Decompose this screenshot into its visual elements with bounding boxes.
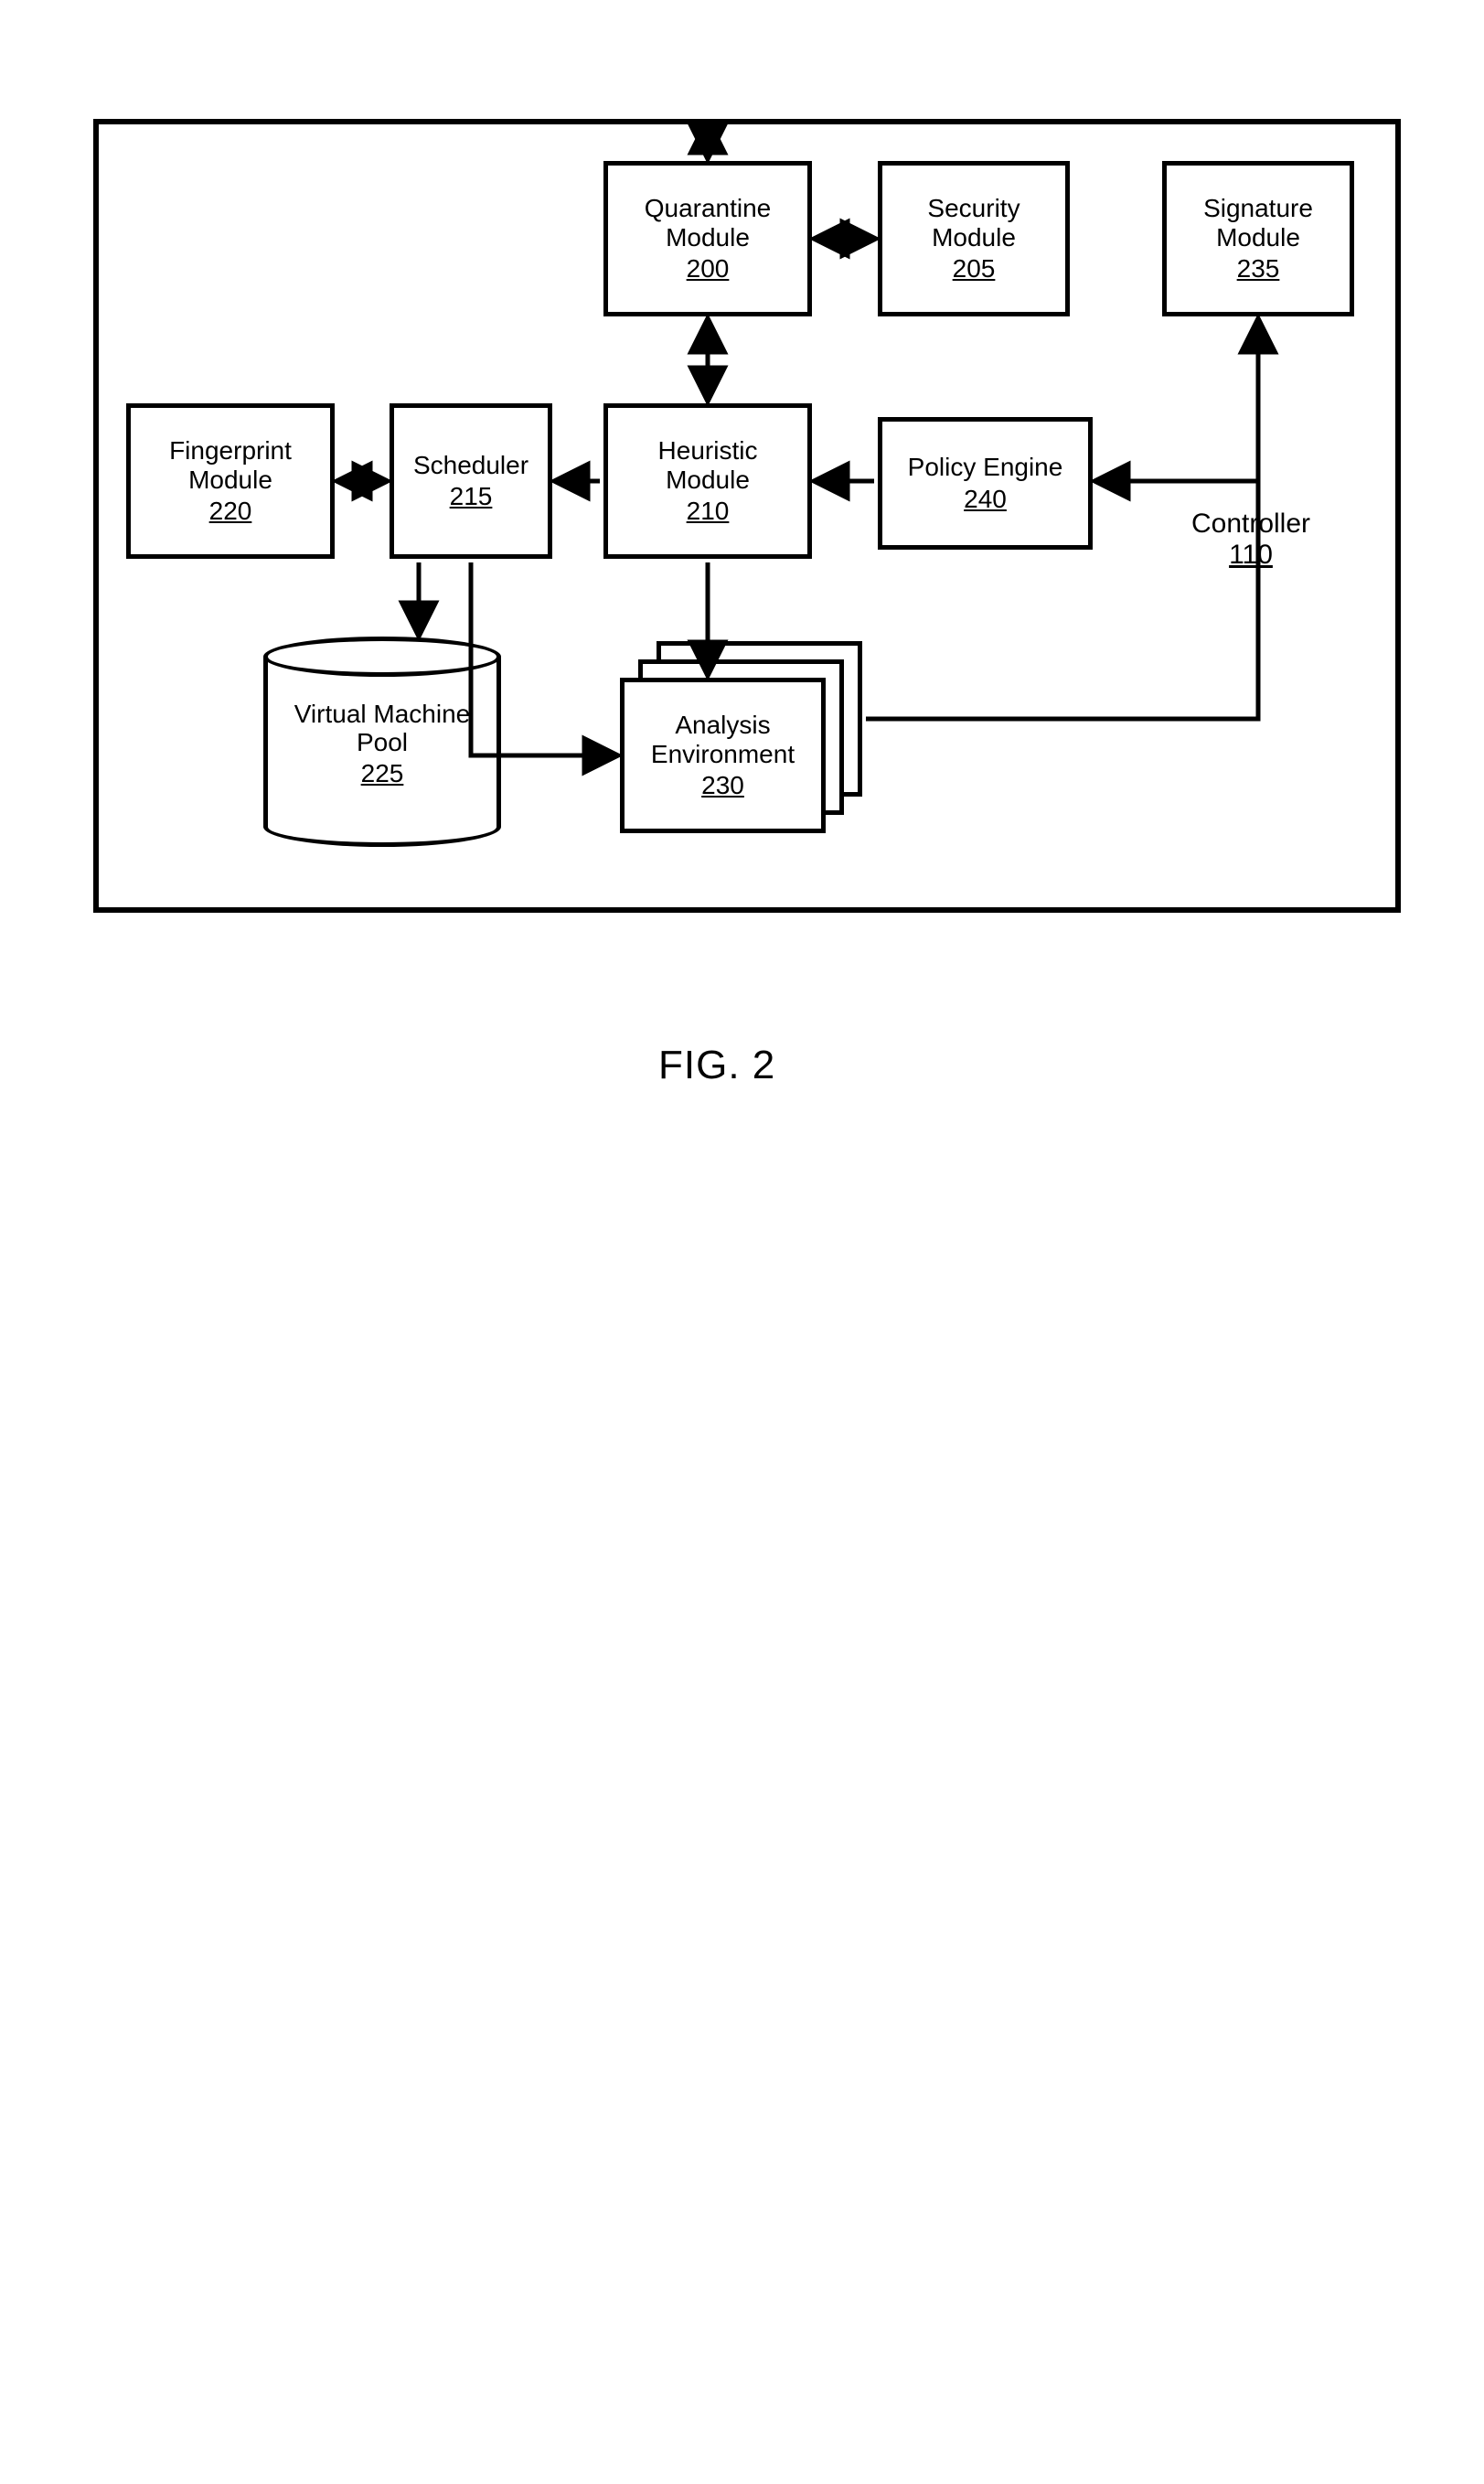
arrow-signature-policy-path [1096,320,1258,481]
security-module-ref: 205 [953,254,996,284]
signature-module-name: SignatureModule [1203,194,1313,252]
heuristic-module-name: HeuristicModule [658,436,758,495]
policy-engine-box: Policy Engine 240 [878,417,1093,550]
quarantine-module-name: QuarantineModule [645,194,772,252]
policy-engine-name: Policy Engine [908,453,1063,482]
controller-label: Controller 110 [1150,509,1351,571]
virtual-machine-pool-cylinder: Virtual MachinePool 225 [263,637,501,847]
security-module-box: SecurityModule 205 [878,161,1070,316]
policy-engine-ref: 240 [964,485,1007,514]
heuristic-module-box: HeuristicModule 210 [603,403,812,559]
vm-pool-name: Virtual MachinePool [263,701,501,757]
quarantine-module-ref: 200 [687,254,730,284]
quarantine-module-box: QuarantineModule 200 [603,161,812,316]
diagram-page: QuarantineModule 200 SecurityModule 205 … [0,0,1484,2484]
fingerprint-module-ref: 220 [209,497,252,526]
scheduler-box: Scheduler 215 [390,403,552,559]
heuristic-module-ref: 210 [687,497,730,526]
controller-ref: 110 [1150,540,1351,571]
analysis-environment-box: AnalysisEnvironment 230 [620,678,826,833]
scheduler-name: Scheduler [413,451,528,480]
signature-module-box: SignatureModule 235 [1162,161,1354,316]
fingerprint-module-name: FingerprintModule [169,436,292,495]
scheduler-ref: 215 [450,482,493,511]
controller-frame: QuarantineModule 200 SecurityModule 205 … [93,119,1401,913]
figure-caption: FIG. 2 [658,1043,775,1088]
analysis-environment-ref: 230 [701,771,744,800]
vm-pool-ref: 225 [263,759,501,788]
fingerprint-module-box: FingerprintModule 220 [126,403,335,559]
controller-name: Controller [1150,509,1351,540]
analysis-environment-name: AnalysisEnvironment [651,711,795,769]
signature-module-ref: 235 [1237,254,1280,284]
security-module-name: SecurityModule [927,194,1020,252]
